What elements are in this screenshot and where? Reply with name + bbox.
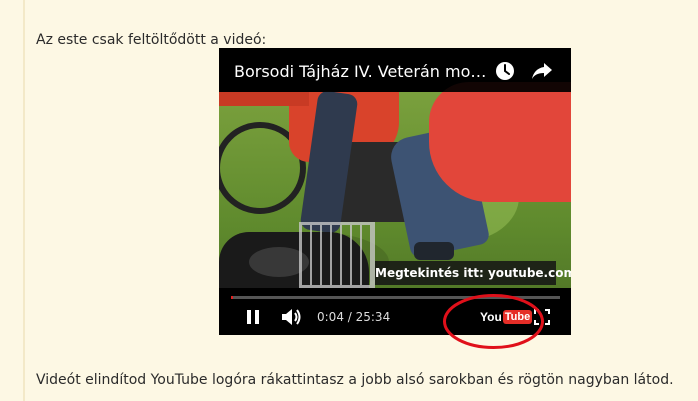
logo-you-text: You	[480, 310, 502, 324]
video-title[interactable]: Borsodi Tájház IV. Veterán motoros	[234, 62, 489, 82]
instruction-text: Videót elindítod YouTube logóra rákattin…	[36, 372, 674, 388]
youtube-player[interactable]: Borsodi Tájház IV. Veterán motoros Megte…	[219, 48, 571, 335]
clock-icon[interactable]	[495, 61, 515, 81]
volume-icon[interactable]	[281, 308, 303, 326]
progress-bar[interactable]	[231, 296, 560, 299]
title-bar: Borsodi Tájház IV. Veterán motoros	[219, 48, 571, 92]
page-left-border	[23, 0, 25, 401]
metal-crate	[299, 222, 375, 288]
person-red-shirt	[429, 82, 571, 202]
person-shoe	[414, 242, 454, 260]
time-display: 0:04 / 25:34	[317, 310, 391, 324]
motorcycle-fender	[219, 92, 309, 106]
control-bar: 0:04 / 25:34 You Tube	[219, 288, 571, 335]
progress-fill	[231, 296, 233, 299]
pause-icon[interactable]	[245, 309, 261, 325]
intro-text: Az este csak feltöltődött a videó:	[36, 32, 267, 48]
fullscreen-icon[interactable]	[534, 309, 550, 325]
watch-on-youtube-button[interactable]: Megtekintés itt: youtube.com	[375, 261, 571, 285]
youtube-logo-button[interactable]: You Tube	[480, 309, 533, 325]
share-icon[interactable]	[531, 62, 553, 80]
logo-tube-text: Tube	[502, 310, 533, 324]
